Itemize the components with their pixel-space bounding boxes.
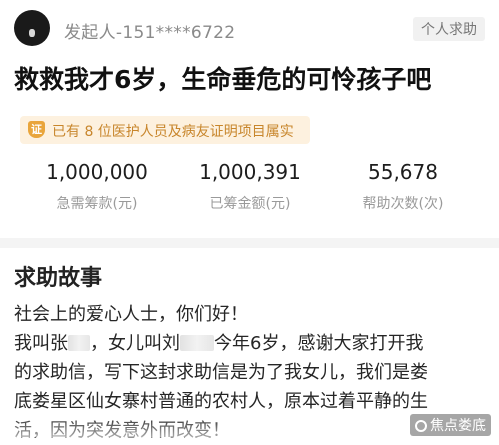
initiator-label: 发起人-151****6722 <box>64 23 236 43</box>
stat-target-label: 急需筹款(元) <box>56 196 138 212</box>
avatar[interactable] <box>14 10 50 46</box>
stat-raised-value: 1,000,391 <box>199 160 301 184</box>
verified-shield-icon: 证 <box>28 121 45 138</box>
help-type-badge: 个人求助 <box>413 17 485 41</box>
page-title: 救救我才6岁，生命垂危的可怜孩子吧 <box>14 65 432 94</box>
stat-raised: 1,000,391 已筹金额(元) <box>165 160 335 213</box>
wechat-channel-icon <box>415 420 427 432</box>
avatar-image <box>29 29 35 37</box>
story-text: ，女儿叫刘 <box>90 333 180 354</box>
section-divider <box>0 238 499 248</box>
stat-target-value: 1,000,000 <box>46 160 148 184</box>
story-line: 的求助信，写下这封求助信是为了我女儿，我们是娄 <box>14 362 428 383</box>
stat-helps: 55,678 帮助次数(次) <box>318 160 488 213</box>
source-watermark: 焦点娄底 <box>410 414 491 436</box>
watermark-text: 焦点娄底 <box>430 418 486 434</box>
story-line: 底娄星区仙女寨村普通的农村人，原本过着平静的生 <box>14 391 428 412</box>
story-line: 我叫张 ，女儿叫刘 今年6岁，感谢大家打开我 <box>14 329 486 358</box>
verification-banner[interactable]: 证 已有 8 位医护人员及病友证明项目属实 <box>20 116 310 144</box>
stat-target: 1,000,000 急需筹款(元) <box>12 160 182 213</box>
story-text: 今年6岁，感谢大家打开我 <box>214 333 424 354</box>
stat-raised-label: 已筹金额(元) <box>209 196 291 212</box>
stat-helps-value: 55,678 <box>368 160 438 184</box>
redacted-name-blur <box>68 335 90 351</box>
header: 发起人-151****6722 个人求助 <box>0 0 499 56</box>
story-line: 社会上的爱心人士，你们好！ <box>14 304 248 325</box>
redacted-name-blur <box>180 335 214 351</box>
stat-helps-label: 帮助次数(次) <box>362 196 444 212</box>
fundraising-stats: 1,000,000 急需筹款(元) 1,000,391 已筹金额(元) 55,6… <box>0 160 499 220</box>
story-heading: 求助故事 <box>14 266 103 291</box>
story-text: 我叫张 <box>14 333 68 354</box>
verification-text: 已有 8 位医护人员及病友证明项目属实 <box>52 124 294 140</box>
